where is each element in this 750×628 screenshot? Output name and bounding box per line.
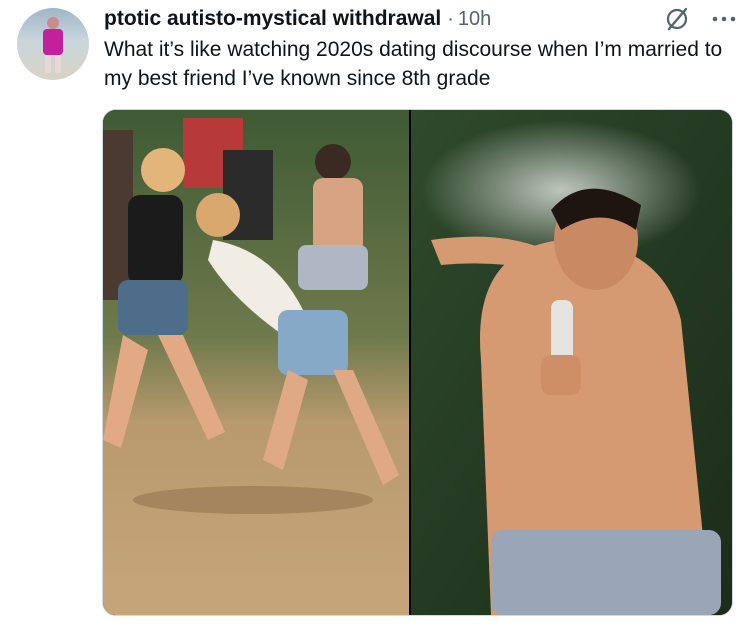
right-photo[interactable]	[411, 110, 732, 615]
tweet-header: ptotic autisto-mystical withdrawal · 10h	[104, 5, 736, 33]
right-photo-image	[411, 110, 732, 615]
avatar-figure	[43, 17, 63, 73]
more-options-icon[interactable]	[712, 15, 736, 23]
tweet-text: What it’s like watching 2020s dating dis…	[104, 38, 723, 90]
left-photo[interactable]	[103, 110, 409, 615]
separator-dot: ·	[447, 7, 454, 30]
media-grid[interactable]	[102, 109, 733, 616]
timestamp[interactable]: 10h	[458, 8, 491, 31]
header-icons	[664, 5, 736, 33]
author-name[interactable]: ptotic autisto-mystical withdrawal	[104, 7, 441, 31]
avatar[interactable]	[17, 8, 89, 80]
grok-slash-icon[interactable]	[664, 6, 690, 32]
left-photo-image	[103, 110, 409, 615]
